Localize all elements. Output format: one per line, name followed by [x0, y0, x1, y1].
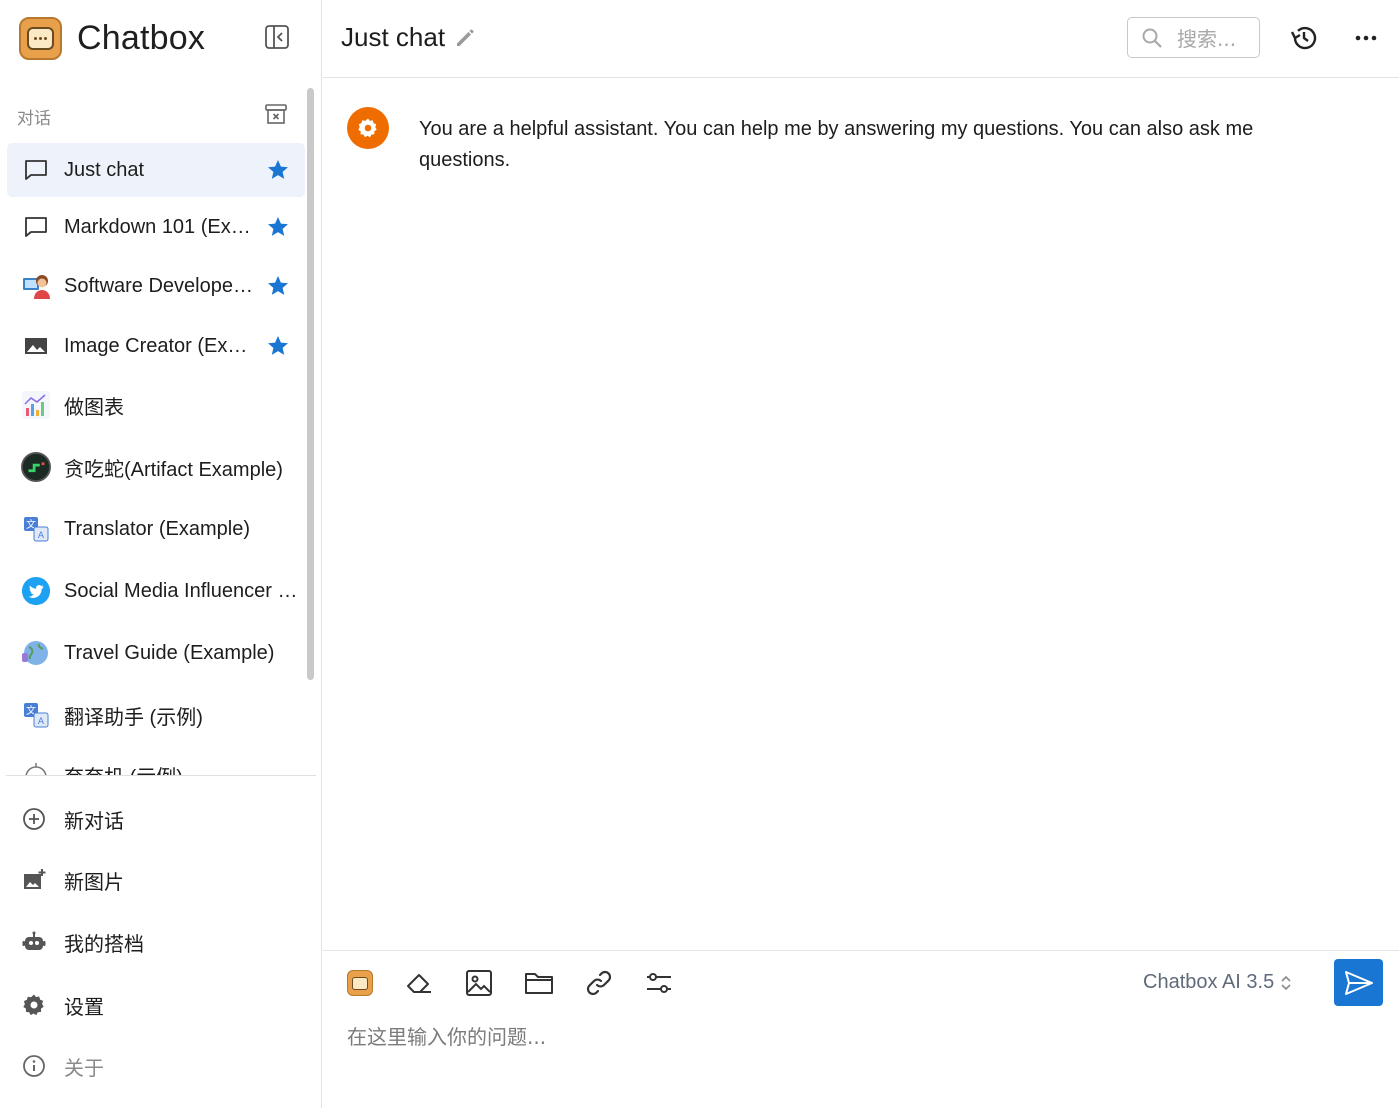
brand: Chatbox — [19, 15, 205, 61]
more-options-icon[interactable] — [1353, 26, 1379, 50]
system-avatar-gear-icon — [347, 107, 389, 149]
translate-icon: 文 A — [21, 700, 51, 730]
my-copilots-label: 我的搭档 — [64, 931, 144, 956]
conversation-label: 翻译助手 (示例) — [64, 706, 203, 729]
robot-avatar-icon — [21, 760, 51, 776]
new-chat-label: 新对话 — [64, 808, 124, 833]
image-icon — [466, 970, 492, 996]
conversation-label: Travel Guide (Example) — [64, 641, 275, 664]
snake-game-avatar-icon — [21, 452, 51, 482]
edit-pencil-icon[interactable] — [454, 27, 476, 49]
developer-avatar-icon — [21, 271, 51, 301]
conversation-item-travel-guide[interactable]: Travel Guide (Example) — [7, 626, 305, 680]
conversation-label: Software Developer (Example) — [64, 274, 254, 297]
about-label: 关于 — [64, 1055, 104, 1080]
chat-bubble-icon — [21, 155, 51, 185]
conversation-item-make-chart[interactable]: 做图表 — [7, 378, 305, 432]
settings-label: 设置 — [64, 994, 104, 1019]
translate-icon: 文 A — [21, 514, 51, 544]
send-button[interactable] — [1334, 959, 1383, 1006]
conversation-label: Social Media Influencer (Example) — [64, 579, 298, 602]
star-icon[interactable] — [266, 158, 290, 182]
svg-text:A: A — [38, 531, 45, 541]
globe-avatar-icon — [21, 638, 51, 668]
eraser-icon — [407, 974, 431, 993]
chat-header: Just chat 搜索... — [323, 0, 1399, 78]
link-icon — [586, 970, 612, 996]
model-label: Chatbox AI 3.5 — [1143, 971, 1275, 993]
chat-title: Just chat — [341, 22, 446, 52]
new-image-button[interactable]: 新图片 — [21, 862, 124, 898]
conversation-label: 做图表 — [64, 396, 124, 419]
info-icon — [21, 1053, 47, 1079]
add-photo-icon — [21, 867, 47, 893]
svg-text:A: A — [38, 717, 45, 727]
conversation-label: 夸夸机 (示例) — [64, 761, 298, 777]
chart-avatar-icon — [21, 390, 51, 420]
about-button[interactable]: 关于 — [21, 1048, 104, 1084]
attach-link-button[interactable] — [584, 968, 614, 998]
star-icon[interactable] — [266, 215, 290, 239]
app-name: Chatbox — [77, 18, 206, 57]
collapse-sidebar-icon[interactable] — [264, 24, 290, 50]
robot-icon — [21, 929, 47, 955]
conversation-item-software-developer[interactable]: Software Developer (Example) — [7, 259, 305, 313]
conversation-item-just-chat[interactable]: Just chat — [7, 143, 305, 197]
conversation-list: Just chat Markdown 101 (Example) S — [0, 140, 316, 776]
chatbox-logo-icon — [19, 16, 62, 60]
message-input[interactable]: 在这里输入你的问题... — [347, 1021, 546, 1050]
system-message-text: You are a helpful assistant. You can hel… — [419, 118, 1254, 171]
composer: Chatbox AI 3.5 在这里输入你的问题... — [323, 950, 1399, 1108]
my-copilots-button[interactable]: 我的搭档 — [21, 924, 144, 960]
tune-icon — [647, 973, 671, 993]
sidebar: Chatbox 对话 Just chat Markdown 101 (Examp… — [0, 0, 322, 1108]
conversation-label: Markdown 101 (Example) — [64, 215, 254, 238]
image-icon — [21, 331, 51, 361]
archive-icon[interactable] — [264, 103, 288, 125]
conversation-label: Translator (Example) — [64, 517, 250, 540]
search-icon — [1142, 28, 1162, 48]
clear-context-button[interactable] — [404, 968, 434, 998]
conversation-item-snake-game[interactable]: 贪吃蛇(Artifact Example) — [7, 440, 305, 494]
chatbox-logo-icon — [347, 970, 373, 996]
search-input[interactable]: 搜索... — [1127, 17, 1260, 58]
search-placeholder: 搜索... — [1177, 27, 1237, 51]
conversation-item-praise-bot[interactable]: 夸夸机 (示例) — [7, 748, 305, 776]
settings-button[interactable]: 设置 — [21, 987, 104, 1023]
history-icon[interactable] — [1289, 23, 1319, 53]
send-icon — [1344, 970, 1373, 995]
unfold-chevron-icon — [1281, 975, 1291, 990]
sidebar-divider — [6, 775, 316, 776]
model-selector[interactable]: Chatbox AI 3.5 — [1143, 971, 1292, 994]
add-circle-icon — [21, 806, 47, 832]
chat-bubble-icon — [21, 212, 51, 242]
attach-image-button[interactable] — [464, 968, 494, 998]
conversation-label: Image Creator (Example) — [64, 334, 254, 357]
conversation-label: Just chat — [64, 158, 145, 181]
star-icon[interactable] — [266, 274, 290, 298]
conversation-item-markdown-101[interactable]: Markdown 101 (Example) — [7, 200, 305, 254]
section-label-chats: 对话 — [17, 109, 51, 129]
star-icon[interactable] — [266, 334, 290, 358]
twitter-bird-icon — [21, 576, 51, 606]
gear-icon — [21, 992, 47, 1018]
new-chat-button[interactable]: 新对话 — [21, 801, 124, 837]
conversation-item-social-media-influencer[interactable]: Social Media Influencer (Example) — [7, 564, 305, 618]
chat-settings-button[interactable] — [644, 968, 674, 998]
copilot-avatar-button[interactable] — [345, 968, 375, 998]
conversation-item-image-creator[interactable]: Image Creator (Example) — [7, 319, 305, 373]
attach-file-button[interactable] — [524, 968, 554, 998]
conversation-item-translator[interactable]: 文 A Translator (Example) — [7, 502, 305, 556]
conversation-item-translation-assistant[interactable]: 文 A 翻译助手 (示例) — [7, 688, 305, 742]
new-image-label: 新图片 — [64, 869, 124, 894]
conversation-label: 贪吃蛇(Artifact Example) — [64, 458, 283, 481]
folder-icon — [525, 973, 553, 994]
